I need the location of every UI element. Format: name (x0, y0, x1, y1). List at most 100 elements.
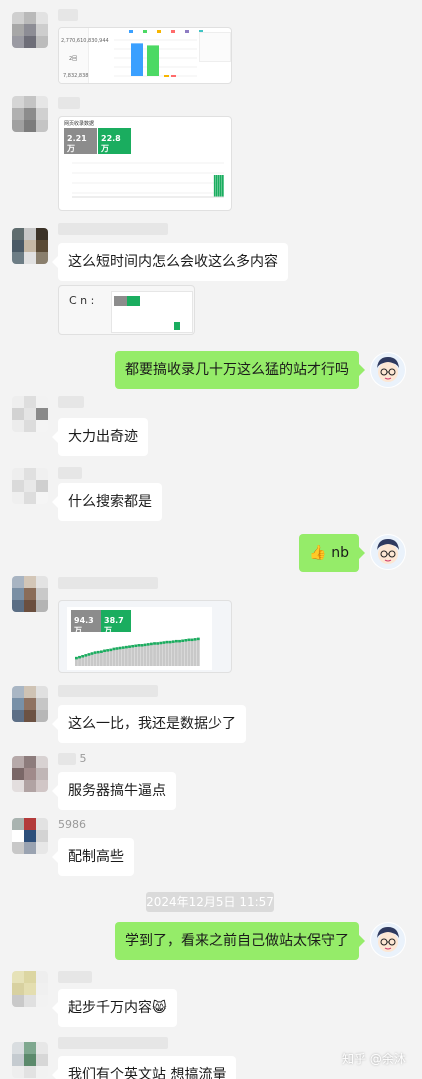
chart-bar-top (150, 642, 153, 646)
avatar[interactable] (370, 352, 406, 388)
chart-header: 网页收录数据 (64, 121, 95, 127)
message-text: nb (331, 545, 349, 561)
message-bubble: 配制高些 (52, 838, 134, 876)
stat-box-green: 22.8万 (98, 128, 131, 154)
message-bubble: 都要搞收录几十万这么猛的站才行吗 (115, 351, 365, 389)
chart-bar (125, 645, 128, 666)
chart-bar (137, 644, 141, 666)
stat-box-gray: 2.21万 (64, 128, 97, 154)
chart-bar (121, 646, 125, 666)
chart-bar (162, 641, 166, 666)
chart-bar (131, 644, 135, 666)
stat-value: 22.8万 (101, 134, 121, 153)
chart-bar (217, 175, 220, 197)
message-bubble: 这么短时间内怎么会收这么多内容 (52, 243, 288, 281)
chart-bar-top (184, 639, 188, 642)
avatar[interactable] (12, 96, 48, 132)
chart-bar-top (153, 642, 156, 645)
chart-bar (181, 639, 185, 666)
chart-bar (106, 649, 110, 666)
stat-box-green: 38.7万 (101, 610, 131, 635)
sender-name: 5 (58, 752, 87, 766)
cartoon-avatar-icon (371, 353, 405, 387)
chart-bar-top (175, 639, 178, 643)
chart-bar (193, 638, 197, 666)
cartoon-avatar-icon (371, 535, 405, 569)
chart-bar-top (193, 638, 197, 641)
chart-bar-top (100, 650, 103, 653)
chart-bar (164, 75, 169, 77)
chart-bar-top (131, 644, 135, 648)
chart-bar-top (118, 646, 122, 650)
chart-bar-top (103, 649, 106, 653)
chart-bar (134, 644, 138, 666)
chart-bar-top (128, 645, 131, 648)
cartoon-avatar-icon (371, 923, 405, 957)
chart-bar (147, 45, 159, 76)
cat-face-icon: 😸 (152, 1000, 167, 1016)
chart-bar (115, 647, 119, 666)
chart-bar-top (156, 642, 160, 645)
avatar[interactable] (12, 818, 48, 854)
avatar[interactable] (370, 922, 406, 958)
legend-swatch (143, 30, 147, 33)
chart-bar-top (171, 640, 175, 643)
message-bubble: 起步千万内容😸 (52, 989, 177, 1027)
message-bubble: 我们有个英文站 想搞流量 (51, 1056, 237, 1079)
thumbs-up-icon: 👍 (309, 545, 327, 561)
sender-name (58, 576, 158, 590)
chart-bar (146, 643, 150, 666)
chart-bar (178, 639, 181, 666)
avatar[interactable] (12, 228, 48, 264)
avatar[interactable] (12, 468, 48, 504)
stat-box-green (127, 296, 140, 306)
chart-image[interactable]: C n : (58, 285, 195, 335)
avatar[interactable] (370, 534, 406, 570)
chart-bar-top (162, 641, 166, 644)
chart-bar (187, 638, 191, 666)
message-text: 起步千万内容 (68, 1000, 152, 1016)
chart-bar (219, 175, 222, 197)
avatar[interactable] (12, 12, 48, 48)
chart-bar (196, 637, 200, 666)
sender-name (58, 970, 92, 984)
avatar[interactable] (12, 686, 48, 722)
chart-bar (140, 644, 144, 666)
avatar[interactable] (12, 396, 48, 432)
avatar[interactable] (12, 971, 48, 1007)
stat-value: 7,832,838 (63, 73, 89, 79)
avatar[interactable] (12, 576, 48, 612)
sender-name (58, 466, 82, 480)
legend-swatch (157, 30, 161, 33)
sender-name (58, 8, 78, 22)
legend-swatch (129, 30, 133, 33)
chart-image[interactable]: 网页收录数据 2.21万 22.8万 (58, 116, 232, 211)
sender-label: 5 (79, 752, 87, 765)
area-chart (75, 637, 200, 666)
chart-bar-top (109, 648, 113, 652)
stat-value: 2回 (69, 56, 78, 62)
chart-bar (171, 75, 176, 77)
chart-bar (109, 648, 113, 666)
chart-bar (174, 322, 180, 330)
sender-name (58, 684, 158, 698)
chart-bar-top (112, 647, 116, 651)
legend-swatch (185, 30, 189, 33)
mini-screenshot (111, 291, 193, 333)
chart-bar-top (165, 640, 169, 644)
sender-name (58, 96, 80, 110)
chart-bar-top (81, 655, 85, 658)
chart-bar (131, 43, 143, 76)
screenshot-panel: 94.3万 38.7万 (67, 607, 212, 670)
chart-bar (215, 175, 218, 197)
message-bubble: 👍 nb (299, 534, 365, 572)
chart-image[interactable]: 94.3万 38.7万 (58, 600, 232, 673)
chart-bar (171, 640, 175, 666)
avatar[interactable] (12, 756, 48, 792)
chart-bar (112, 647, 116, 666)
avatar[interactable] (12, 1042, 48, 1078)
chart-bar-top (196, 637, 200, 641)
stats-column: 2,770,610,830,944 2回 7,832,838 (59, 28, 109, 83)
chart-bar-top (146, 643, 150, 646)
chart-image[interactable]: 2,770,610,830,944 2回 7,832,838 (58, 27, 232, 84)
